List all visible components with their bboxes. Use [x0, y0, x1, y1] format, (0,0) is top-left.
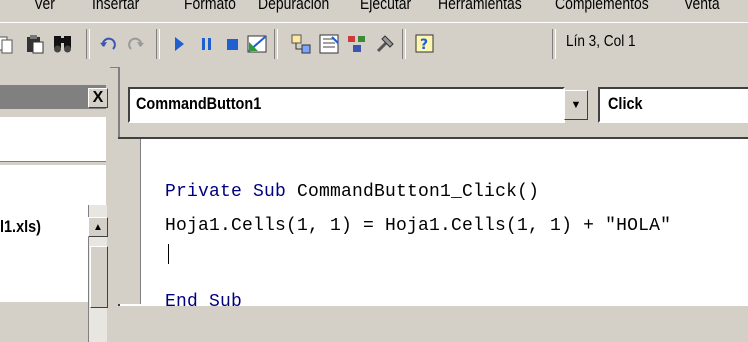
reset-icon[interactable]: [222, 33, 244, 55]
scroll-up-icon[interactable]: ▲: [88, 217, 108, 237]
object-combo[interactable]: CommandButton1: [128, 87, 565, 123]
properties-icon[interactable]: [318, 33, 340, 55]
menu-ejecutar[interactable]: Ejecutar: [360, 0, 411, 14]
menu-ver[interactable]: Ver: [34, 0, 55, 14]
menu-insertar[interactable]: Insertar: [92, 0, 139, 14]
menu-complementos[interactable]: Complementos: [555, 0, 649, 14]
menu-ventana[interactable]: Venta: [684, 0, 720, 14]
project-explorer-icon[interactable]: [290, 33, 312, 55]
gutter-divider: [140, 139, 141, 304]
scrollbar-thumb[interactable]: [90, 246, 108, 308]
standard-toolbar: ? Lín 3, Col 1: [0, 22, 748, 68]
menu-formato[interactable]: Formato: [184, 0, 236, 14]
design-mode-icon[interactable]: [246, 33, 268, 55]
object-combo-value: CommandButton1: [136, 94, 262, 113]
menu-herramientas[interactable]: Herramientas: [438, 0, 522, 14]
procedure-combo-value: Click: [608, 94, 643, 113]
object-browser-icon[interactable]: [346, 33, 368, 55]
code-line[interactable]: End Sub: [165, 292, 242, 312]
redo-icon[interactable]: [124, 33, 146, 55]
code-line[interactable]: Private Sub CommandButton1_Click(): [165, 182, 539, 202]
procedure-combo[interactable]: Click: [598, 87, 748, 123]
toolbar-separator: [274, 29, 278, 59]
paste-icon[interactable]: [24, 33, 46, 55]
help-icon[interactable]: ?: [414, 33, 436, 55]
cursor-position-label: Lín 3, Col 1: [566, 33, 636, 50]
svg-text:?: ?: [420, 37, 428, 53]
code-line[interactable]: Hoja1.Cells(1, 1) = Hoja1.Cells(1, 1) + …: [165, 216, 671, 236]
run-icon[interactable]: [168, 33, 190, 55]
close-icon[interactable]: X: [88, 88, 108, 108]
copy-icon[interactable]: [0, 33, 16, 55]
text-caret: [168, 244, 169, 264]
toolbox-icon[interactable]: [374, 33, 396, 55]
undo-icon[interactable]: [98, 33, 120, 55]
toolbar-separator: [402, 29, 406, 59]
toolbar-separator: [552, 29, 556, 59]
chevron-down-icon[interactable]: ▼: [564, 90, 588, 120]
find-icon[interactable]: [52, 33, 74, 55]
break-icon[interactable]: [196, 33, 218, 55]
menu-bar: Ver Insertar Formato Depuración Ejecutar…: [0, 0, 748, 22]
toolbar-separator: [156, 29, 160, 59]
menu-depuracion[interactable]: Depuración: [258, 0, 329, 14]
project-dropdown[interactable]: [0, 117, 106, 162]
toolbar-separator: [86, 29, 90, 59]
margin-indicator-bar: [118, 139, 140, 304]
tree-item-workbook[interactable]: l1.xls): [0, 217, 41, 237]
